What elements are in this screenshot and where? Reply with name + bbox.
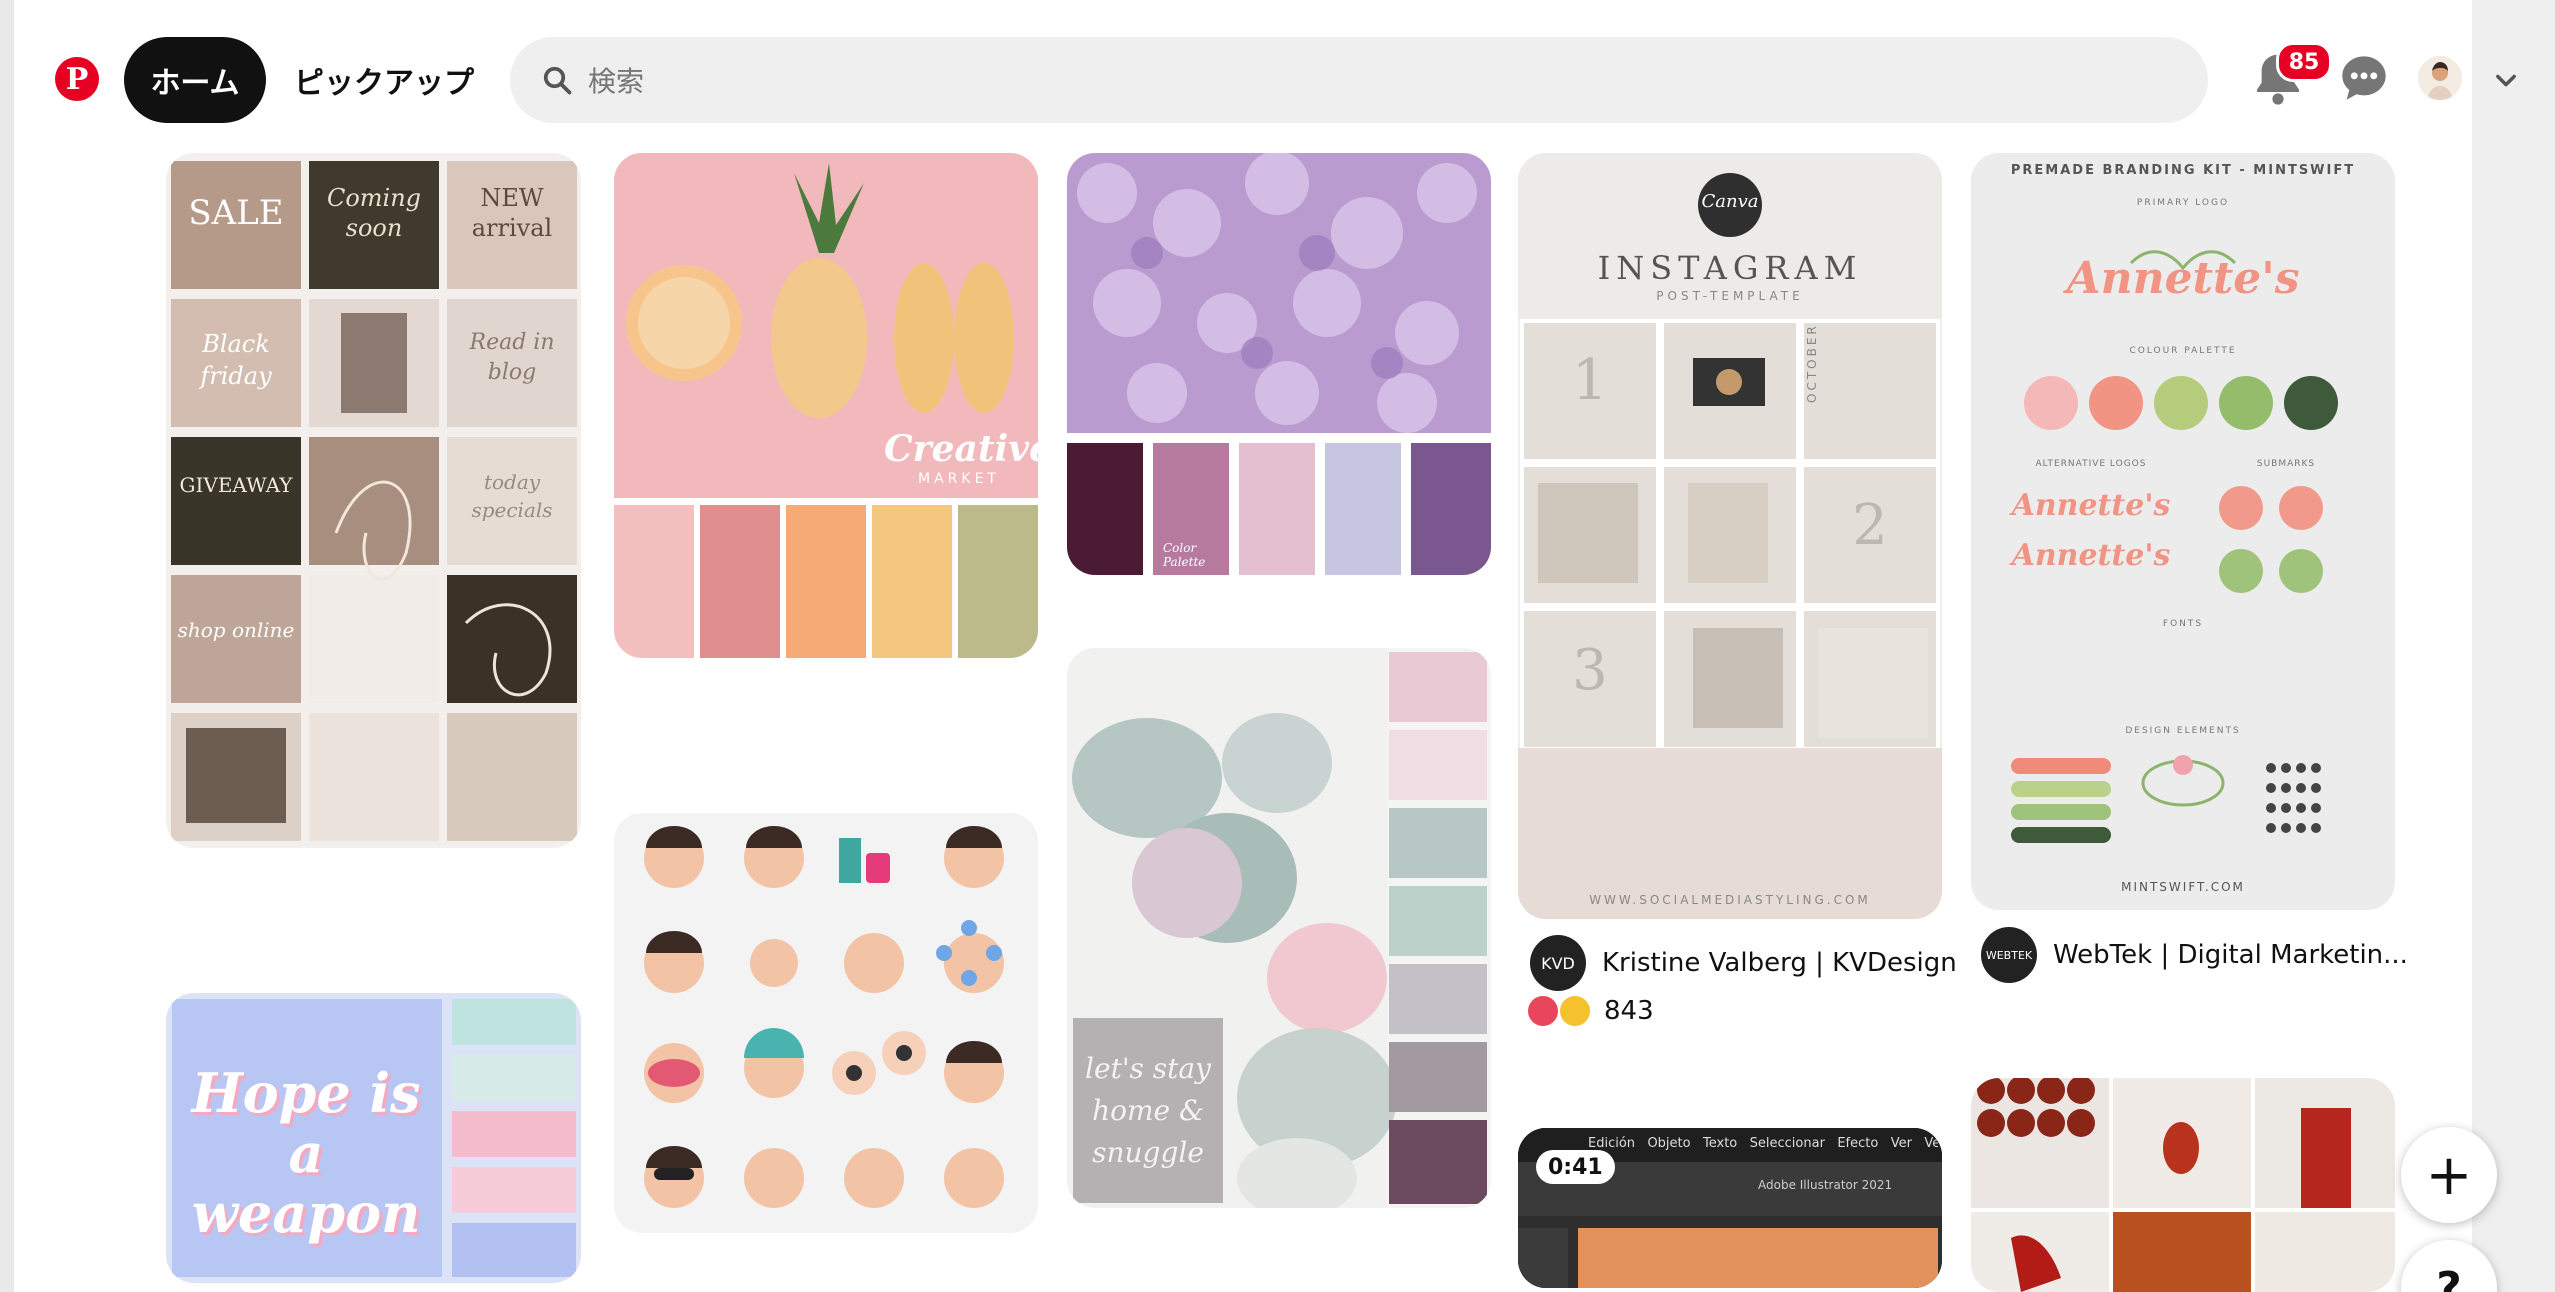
creator-name: WebTek | Digital Marketin... <box>2053 940 2408 970</box>
pin-reactions[interactable]: 843 <box>1528 996 1654 1026</box>
pin-footer: MINTSWIFT.COM <box>2121 880 2245 894</box>
palette-swatches <box>1389 652 1487 1204</box>
app-menubar: Edición Objeto Texto Seleccionar Efecto … <box>1588 1136 1938 1151</box>
pin-text: Creative <box>884 428 1038 470</box>
pin-creator[interactable]: KVD Kristine Valberg | KVDesign <box>1530 935 1957 991</box>
alt-logo: Annette's <box>2011 538 2171 573</box>
creator-avatar: WEBTEK <box>1981 927 2037 983</box>
pin-hope-is-a-weapon[interactable]: Hope is a weapon <box>166 993 581 1283</box>
section-label: ALTERNATIVE LOGOS <box>2035 459 2147 469</box>
heart-reaction-icon <box>1528 996 1558 1026</box>
pin-instagram-template[interactable]: Canva INSTAGRAM POST-TEMPLATE 1 2 3 OCTO… <box>1518 153 1942 919</box>
pin-social-templates[interactable]: SALE Coming soon NEW arrival Black frida… <box>166 153 581 848</box>
top-nav: P ホーム ピックアップ 85 <box>14 0 2516 150</box>
pin-text: SALE <box>188 193 284 233</box>
pin-subtext: MARKET <box>918 471 1000 487</box>
pin-text: Hope is a weapon <box>191 1061 421 1245</box>
grid-number: 3 <box>1572 638 1608 703</box>
menu-item: Ventana <box>1924 1136 1938 1151</box>
pin-subtitle: POST-TEMPLATE <box>1656 289 1804 303</box>
help-icon: ? <box>2436 1262 2462 1292</box>
pin-red-photos[interactable] <box>1971 1078 2395 1292</box>
alt-logo: Annette's <box>2011 488 2171 523</box>
pin-image <box>1067 153 1491 575</box>
pinterest-logo[interactable]: P <box>55 57 99 101</box>
user-avatar[interactable] <box>2418 56 2462 100</box>
notification-badge: 85 <box>2276 42 2332 82</box>
pin-text: GIVEAWAY <box>179 473 293 497</box>
creator-avatar: KVD <box>1530 935 1586 991</box>
wow-reaction-icon <box>1560 996 1590 1026</box>
pin-text: let's stay home & snuggle <box>1085 1052 1211 1169</box>
brand-logo: Annette's <box>2066 253 2300 304</box>
menu-item: Seleccionar <box>1749 1136 1825 1151</box>
pin-text: Black friday <box>200 330 272 390</box>
kit-heading: PREMADE BRANDING KIT - MINTSWIFT <box>2010 163 2356 178</box>
home-button[interactable]: ホーム <box>124 37 266 123</box>
app-window: P ホーム ピックアップ 85 <box>0 0 2555 1292</box>
pin-creator[interactable]: WEBTEK WebTek | Digital Marketin... <box>1981 927 2408 983</box>
reaction-count: 843 <box>1604 996 1654 1026</box>
messages-icon[interactable] <box>2338 52 2390 104</box>
menu-item: Edición <box>1588 1136 1636 1151</box>
pin-text: shop online <box>177 618 295 642</box>
pin-label: Color Palette <box>1163 541 1206 569</box>
section-label: PRIMARY LOGO <box>2136 198 2230 208</box>
pin-image <box>614 153 1038 658</box>
pin-beauty-icons[interactable] <box>614 813 1038 1233</box>
grid-number: 2 <box>1852 493 1888 558</box>
chevron-down-icon[interactable] <box>2492 66 2520 94</box>
pin-creative-market-palette[interactable]: Creative MARKET <box>614 153 1038 658</box>
menu-item: Objeto <box>1647 1136 1691 1151</box>
add-button[interactable]: + <box>2401 1127 2497 1223</box>
pin-image <box>644 826 1004 1208</box>
logo-letter: P <box>65 61 89 97</box>
grid-number: 1 <box>1572 348 1608 413</box>
pin-text: NEW arrival <box>471 184 553 242</box>
scrollbar-track[interactable] <box>2472 0 2555 1292</box>
palette-swatches <box>452 999 576 1277</box>
pin-image <box>1971 1078 2395 1292</box>
menu-item: Ver <box>1890 1136 1912 1151</box>
search-bar[interactable] <box>510 37 2208 125</box>
window-edge <box>0 0 14 1292</box>
section-label: FONTS <box>2162 619 2204 629</box>
month-label: OCTOBER <box>1805 323 1819 403</box>
plus-icon: + <box>2425 1142 2473 1208</box>
pin-title: INSTAGRAM <box>1597 249 1863 287</box>
video-duration: 0:41 <box>1536 1150 1615 1184</box>
creator-name: Kristine Valberg | KVDesign <box>1602 948 1957 978</box>
pin-pumpkin-palette[interactable]: let's stay home & snuggle <box>1067 648 1491 1208</box>
search-input[interactable] <box>586 37 2170 125</box>
section-label: SUBMARKS <box>2256 459 2316 469</box>
pin-branding-kit[interactable]: PREMADE BRANDING KIT - MINTSWIFT PRIMARY… <box>1971 153 2395 910</box>
pickup-tab[interactable]: ピックアップ <box>294 37 474 123</box>
pin-text: Coming soon <box>326 184 422 242</box>
menu-item: Texto <box>1703 1136 1738 1151</box>
canva-logo: Canva <box>1701 191 1759 212</box>
pin-text: today specials <box>471 470 553 522</box>
pin-text: Read in blog <box>469 330 555 385</box>
avatar-image <box>2418 56 2462 100</box>
search-icon <box>543 66 572 95</box>
pin-footer: WWW.SOCIALMEDIASTYLING.COM <box>1589 893 1871 907</box>
section-label: DESIGN ELEMENTS <box>2125 726 2241 736</box>
menu-item: Efecto <box>1837 1136 1879 1151</box>
pin-lilac-palette[interactable]: Color Palette <box>1067 153 1491 575</box>
app-title: Adobe Illustrator 2021 <box>1758 1178 1893 1192</box>
section-label: COLOUR PALETTE <box>2129 346 2237 356</box>
